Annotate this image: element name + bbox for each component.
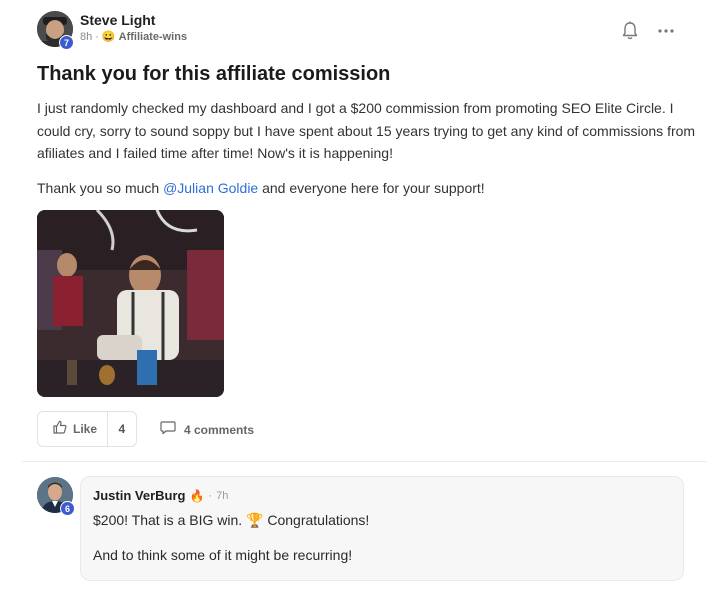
fire-emoji: 🔥 [189,488,205,503]
like-count[interactable]: 4 [106,412,136,446]
post-paragraph-1: I just randomly checked my dashboard and… [37,100,696,161]
paragraph-2-end: and everyone here for your support! [258,179,485,196]
post-body: I just randomly checked my dashboard and… [37,97,697,211]
level-badge: 7 [59,35,74,50]
comment-line-1: $200! That is a BIG win. 🏆 Congratulatio… [93,512,370,528]
user-mention-link[interactable]: @Julian Goldie [163,180,258,196]
category-emoji: 😀 [101,31,116,43]
bell-icon[interactable] [621,21,639,41]
more-options-icon[interactable] [656,24,676,36]
like-label: Like [73,422,98,436]
thumbs-up-icon [53,420,67,439]
meta-separator: · [95,30,99,43]
like-button[interactable]: Like [38,412,107,446]
comment-avatar-wrap[interactable]: 6 [37,477,75,516]
category-link[interactable]: Affiliate-wins [119,31,187,43]
post-meta: 8h · 😀 Affiliate-wins [80,30,187,44]
comment-header: Justin VerBurg 🔥 · 7h [93,488,671,503]
comment-box: Justin VerBurg 🔥 · 7h $200! That is a BI… [80,476,684,581]
comment-time: 7h [216,489,229,502]
post-header: 7 Steve Light 8h · 😀 Affiliate-wins [37,11,187,50]
speech-bubble-icon [160,420,176,440]
author-name[interactable]: Steve Light [80,11,187,29]
comment-level-badge: 6 [60,501,75,516]
comment-separator: · [208,489,213,502]
comment-line-2: And to think some of it might be recurri… [93,547,353,563]
author-block: Steve Light 8h · 😀 Affiliate-wins [80,11,187,43]
author-avatar-wrap[interactable]: 7 [37,11,74,50]
comments-label: 4 comments [184,423,255,437]
post-title: Thank you for this affiliate comission [37,63,391,85]
divider [22,461,707,462]
post-time: 8h [80,30,93,43]
post-gif-image[interactable] [37,210,224,397]
comment-author-name[interactable]: Justin VerBurg [93,488,185,503]
paragraph-2-start: Thank you so much [37,179,164,196]
comments-button[interactable]: 4 comments [160,420,254,440]
post-paragraph-2: Thank you so much @Julian Goldie and eve… [37,177,697,200]
like-button-group: Like 4 [37,411,137,447]
